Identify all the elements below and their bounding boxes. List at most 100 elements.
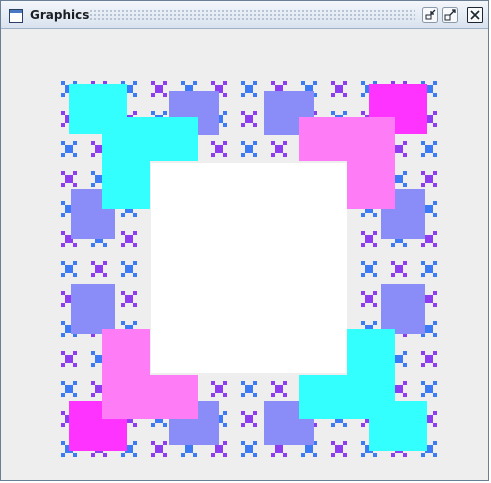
fractal-tile <box>331 111 335 115</box>
fractal-tile <box>133 111 137 115</box>
fractal-tile <box>331 453 335 457</box>
fractal-tile <box>121 243 125 247</box>
fractal-tile <box>433 291 437 295</box>
fractal-tile <box>91 261 95 265</box>
fractal-tile <box>313 453 317 457</box>
fractal-tile <box>361 261 365 265</box>
fractal-tile <box>241 453 245 457</box>
fractal-tile <box>125 295 133 303</box>
fractal-tile <box>421 141 425 145</box>
fractal-tile <box>73 273 77 277</box>
fractal-tile <box>103 453 107 457</box>
fractal-tile <box>61 111 65 115</box>
fractal-tile <box>433 351 437 355</box>
fractal-tile <box>343 441 347 445</box>
fractal-tile <box>283 141 287 145</box>
fractal-tile <box>373 273 377 277</box>
fractal-tile <box>163 111 167 115</box>
fractal-tile <box>163 423 167 427</box>
fractal-tile <box>241 111 245 115</box>
close-button[interactable] <box>467 7 483 23</box>
fractal-tile <box>421 393 425 397</box>
fractal-tile <box>361 81 365 85</box>
fractal-tile <box>425 205 433 213</box>
fractal-tile <box>61 141 65 145</box>
fractal-tile <box>271 393 275 397</box>
fractal-tile <box>403 381 407 385</box>
fractal-tile <box>95 175 103 183</box>
fractal-tile <box>241 81 245 85</box>
fractal-tile <box>65 145 73 153</box>
fractal-tile <box>121 303 125 307</box>
fractal-tile <box>335 85 343 93</box>
fractal-tile <box>253 393 257 397</box>
fractal-tile <box>253 111 257 115</box>
fractal-tile <box>103 273 107 277</box>
fractal-tile <box>253 123 257 127</box>
fractal-tile <box>103 261 107 265</box>
fractal-tile <box>61 171 65 175</box>
fractal-tile <box>95 385 103 393</box>
fractal-tile <box>91 381 95 385</box>
fractal-tile <box>361 441 365 445</box>
fractal-tile <box>133 441 137 445</box>
fractal-tile <box>253 423 257 427</box>
fractal-tile <box>163 453 167 457</box>
fractal-tile <box>253 141 257 145</box>
fractal-tile <box>373 243 377 247</box>
fractal-tile <box>73 381 77 385</box>
fractal-tile <box>421 363 425 367</box>
fractal-tile <box>91 153 95 157</box>
fractal-tile <box>361 273 365 277</box>
fractal-tile <box>433 201 437 205</box>
fractal-tile <box>373 453 377 457</box>
fractal-tile <box>331 93 335 97</box>
fractal-tile <box>133 93 137 97</box>
fractal-tile <box>425 175 433 183</box>
fractal-tile <box>433 111 437 115</box>
minimize-button[interactable] <box>422 7 438 23</box>
fractal-tile <box>313 81 317 85</box>
fractal-tile <box>433 213 437 217</box>
fractal-tile <box>65 355 73 363</box>
fractal-tile <box>283 453 287 457</box>
fractal-tile <box>395 265 403 273</box>
fractal-tile <box>61 243 65 247</box>
fractal-tile <box>403 183 407 187</box>
fractal-tile <box>91 171 95 175</box>
fractal-tile <box>215 445 223 453</box>
fractal-tile <box>361 243 365 247</box>
fractal-tile <box>181 453 185 457</box>
fractal-tile <box>271 381 275 385</box>
fractal-tile <box>433 81 437 85</box>
fractal-tile <box>223 393 227 397</box>
fractal-tile <box>245 415 253 423</box>
fractal-tile <box>241 411 245 415</box>
fractal-tile <box>343 81 347 85</box>
fractal-center-square <box>151 163 347 373</box>
fractal-tile <box>403 141 407 145</box>
fractal-tile <box>271 81 275 85</box>
fractal-tile <box>121 321 125 325</box>
fractal-tile <box>283 381 287 385</box>
fractal-tile <box>91 243 95 247</box>
maximize-button[interactable] <box>442 7 458 23</box>
fractal-tile <box>425 325 433 333</box>
fractal-tile <box>245 445 253 453</box>
fractal-tile <box>361 453 365 457</box>
title-bar[interactable]: Graphics <box>1 1 488 29</box>
fractal-tile <box>65 175 73 183</box>
fractal-block <box>71 284 115 334</box>
fractal-tile <box>73 351 77 355</box>
fractal-tile <box>391 453 395 457</box>
fractal-tile <box>403 273 407 277</box>
fractal-tile <box>61 453 65 457</box>
fractal-tile <box>211 381 215 385</box>
fractal-tile <box>61 411 65 415</box>
fractal-tile <box>61 393 65 397</box>
fractal-tile <box>425 235 433 243</box>
fractal-tile <box>275 145 283 153</box>
fractal-tile <box>253 93 257 97</box>
fractal-tile <box>253 381 257 385</box>
fractal-tile <box>403 363 407 367</box>
